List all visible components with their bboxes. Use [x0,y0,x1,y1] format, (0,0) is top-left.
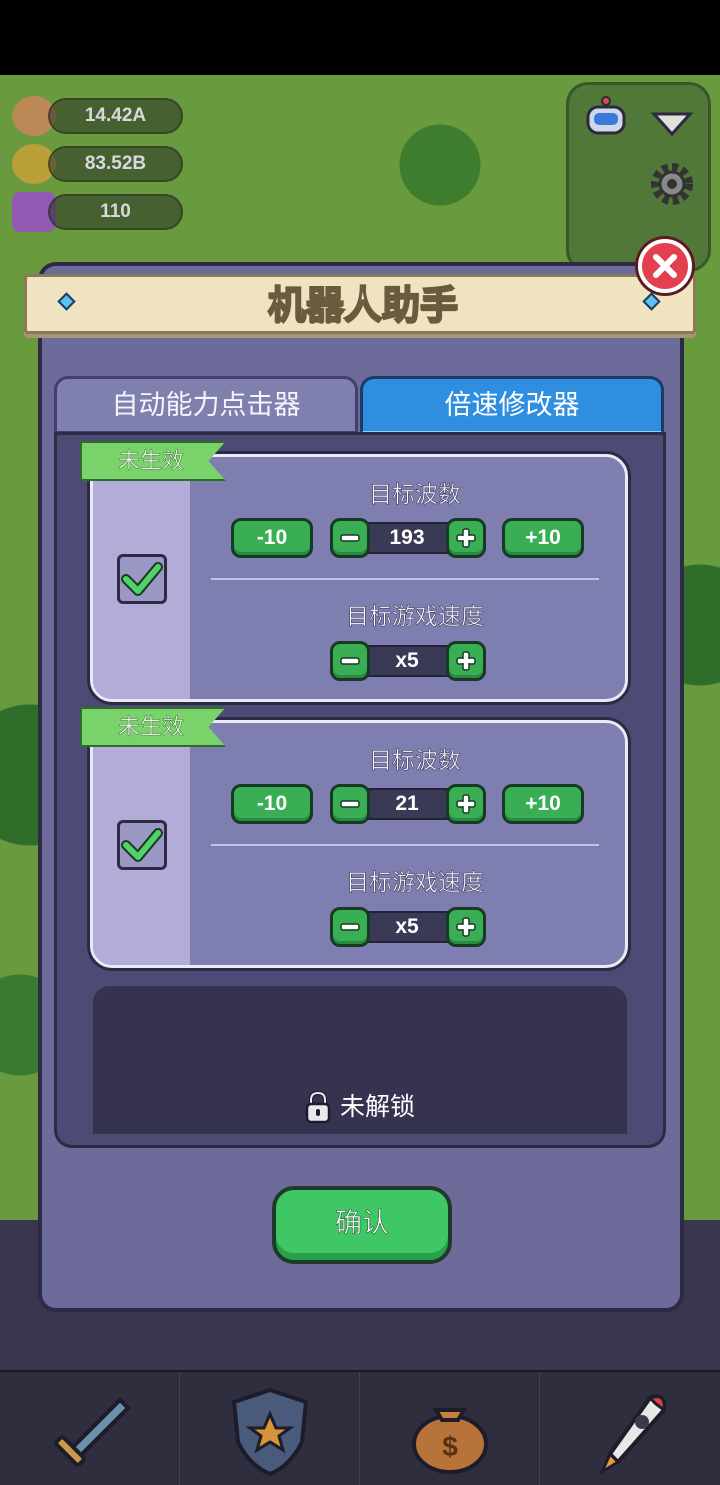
rocket-icon [598,1394,667,1476]
rule-1-speed-decrement-button[interactable] [330,641,370,681]
bottom-nav: $ [0,1370,720,1485]
gear-icon[interactable] [646,158,698,210]
rule-1-wave-increment-button[interactable] [446,518,486,558]
rule-1-wave-value: 193 [360,522,454,554]
sword-icon [54,1397,131,1467]
target-speed-label: 目标游戏速度 [346,604,485,631]
rule-1-wave-minus10-button[interactable]: -10 [231,518,313,558]
rule-2-wave-value: 21 [360,788,454,820]
rule-1-wave-decrement-button[interactable] [330,518,370,558]
minus-icon [340,923,360,931]
lock-icon [305,1090,331,1124]
title-banner: 机器人助手 [24,274,696,334]
checkmark-icon [121,828,163,862]
meat-counter: 14.42A [48,98,183,134]
rule-2-wave-minus10-button[interactable]: -10 [231,784,313,824]
dropdown-triangle-icon[interactable] [650,108,694,138]
rule-2-wave-plus10-button[interactable]: +10 [502,784,584,824]
minus-icon [340,800,360,808]
close-icon [653,254,677,278]
nav-item-boost[interactable] [540,1372,720,1485]
nav-item-defense[interactable] [180,1372,360,1485]
plus-icon [456,794,476,814]
plus-icon [456,528,476,548]
robot-icon[interactable] [578,95,634,145]
plus-icon [456,917,476,937]
rule-1-wave-plus10-button[interactable]: +10 [502,518,584,558]
dialog-title: 机器人助手 [267,282,459,328]
svg-text:$: $ [442,1431,458,1462]
nav-item-economy[interactable]: $ [360,1372,540,1485]
plus-icon [456,651,476,671]
target-speed-label: 目标游戏速度 [346,870,485,897]
rule-2-status-badge: 未生效 [80,707,226,747]
gold-counter: 83.52B [48,146,183,182]
rule-2-speed-decrement-button[interactable] [330,907,370,947]
rule-2-speed-value: x5 [360,911,454,943]
minus-icon [340,534,360,542]
rule-1-speed-value: x5 [360,645,454,677]
locked-label: 未解锁 [340,1092,416,1121]
status-bar [0,0,720,75]
rule-2-wave-decrement-button[interactable] [330,784,370,824]
nav-item-weapon[interactable] [0,1372,180,1485]
close-button[interactable] [638,239,692,293]
tab-auto-clicker[interactable]: 自动能力点击器 [54,376,358,434]
checkmark-icon [121,562,163,596]
rule-1-speed-increment-button[interactable] [446,641,486,681]
rule-2-wave-increment-button[interactable] [446,784,486,824]
rule-1-status-badge: 未生效 [80,441,226,481]
shield-star-icon [231,1387,309,1477]
rule-2-speed-increment-button[interactable] [446,907,486,947]
card-divider [211,578,599,580]
minus-icon [340,657,360,665]
money-bag-icon: $ [412,1408,488,1474]
tab-speed-modifier[interactable]: 倍速修改器 [360,376,664,434]
gem-counter: 110 [48,194,183,230]
confirm-button[interactable]: 确认 [272,1186,452,1264]
card-divider [211,844,599,846]
